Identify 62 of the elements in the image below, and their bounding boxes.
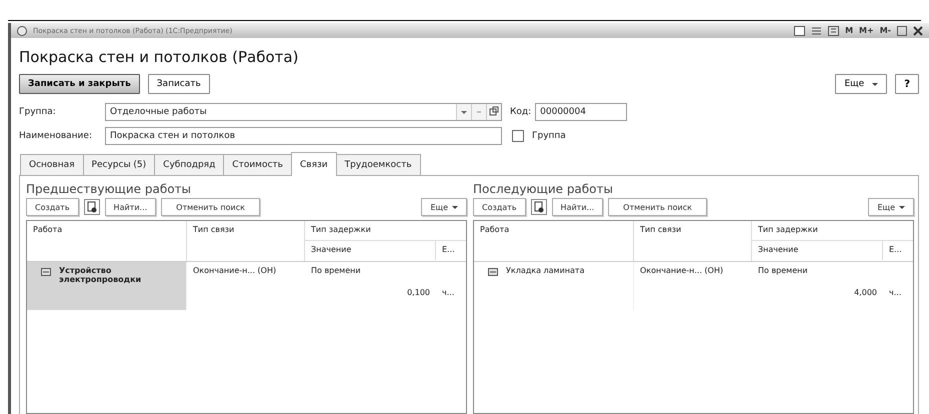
checkbox[interactable] [512,130,524,142]
section-title: Последующие работы [473,182,614,196]
create-button[interactable]: Создать [473,198,526,216]
table-cell-text: Окончание-н... (ОН) [639,265,724,277]
field-label: Группа: [19,107,57,117]
memory-button[interactable]: M+ [859,26,874,35]
item-icon [488,268,498,276]
column-header[interactable]: Работа [27,221,187,261]
memory-button[interactable]: M [845,26,854,35]
app-icon[interactable] [17,26,27,36]
table-cell-text: По времени [310,265,362,277]
more-button[interactable]: Еще [868,198,914,216]
table-cell-text: Укладка ламината [506,266,586,275]
copy-icon[interactable] [84,199,100,215]
column-header[interactable]: Значение [752,241,883,260]
tab[interactable]: Стоимость [223,154,292,175]
field-label: Наименование: [19,131,93,141]
table-cell-text: Устройство электропроводки [59,266,142,284]
group-field[interactable]: Отделочные работы [105,103,502,121]
form-title: Покраска стен и потолков (Работа) [19,48,300,66]
column-header[interactable]: Тип связи [187,221,305,261]
column-header[interactable]: Значение [305,241,436,260]
help-button[interactable]: ? [895,74,919,94]
table-cell-text: ч... [441,287,456,299]
column-header[interactable]: Е... [883,241,913,260]
create-button[interactable]: Создать [26,198,79,216]
tab[interactable]: Трудоемкость [336,154,421,175]
tab[interactable]: Субподряд [154,154,224,175]
column-header[interactable]: Тип задержки [752,221,913,241]
field-label: Код: [510,107,532,117]
table-cell-text: По времени [757,265,809,277]
item-icon [41,268,51,276]
tab[interactable]: Основная [20,154,84,175]
list-icon[interactable] [811,26,822,36]
toolbar-button[interactable]: Записать и закрыть [19,74,140,94]
table-cell-text: Окончание-н... (ОН) [192,265,278,277]
name-field[interactable]: Покраска стен и потолков [105,127,502,145]
find-button[interactable]: Найти... [104,198,156,216]
table-cell-text: ч... [888,287,902,299]
table-cell-text: 0,100 [406,287,431,299]
dropdown-icon[interactable] [456,104,471,120]
close-icon[interactable] [913,26,923,36]
more-button[interactable]: Еще [835,74,888,94]
maximize-icon[interactable] [897,26,907,36]
tab[interactable]: Связи [290,152,337,176]
column-header[interactable]: Работа [474,221,634,261]
code-field[interactable]: 00000004 [535,103,628,121]
cancel-search-button[interactable]: Отменить поиск [161,198,260,216]
more-button[interactable]: Еще [421,198,467,216]
toolbar-button[interactable]: Записать [148,74,210,94]
table-cell-text: 4,000 [853,287,878,299]
open-icon[interactable] [486,104,501,120]
column-header[interactable]: Тип задержки [305,221,466,241]
find-button[interactable]: Найти... [552,198,604,216]
memory-button[interactable]: M- [880,26,891,35]
cancel-search-button[interactable]: Отменить поиск [608,198,707,216]
column-header[interactable]: Е... [436,241,466,260]
tab[interactable]: Ресурсы (5) [82,154,156,175]
section-title: Предшествующие работы [26,182,192,196]
copy-icon[interactable] [530,199,547,215]
checkbox-label: Группа [532,131,566,141]
column-header[interactable]: Тип связи [634,221,752,261]
